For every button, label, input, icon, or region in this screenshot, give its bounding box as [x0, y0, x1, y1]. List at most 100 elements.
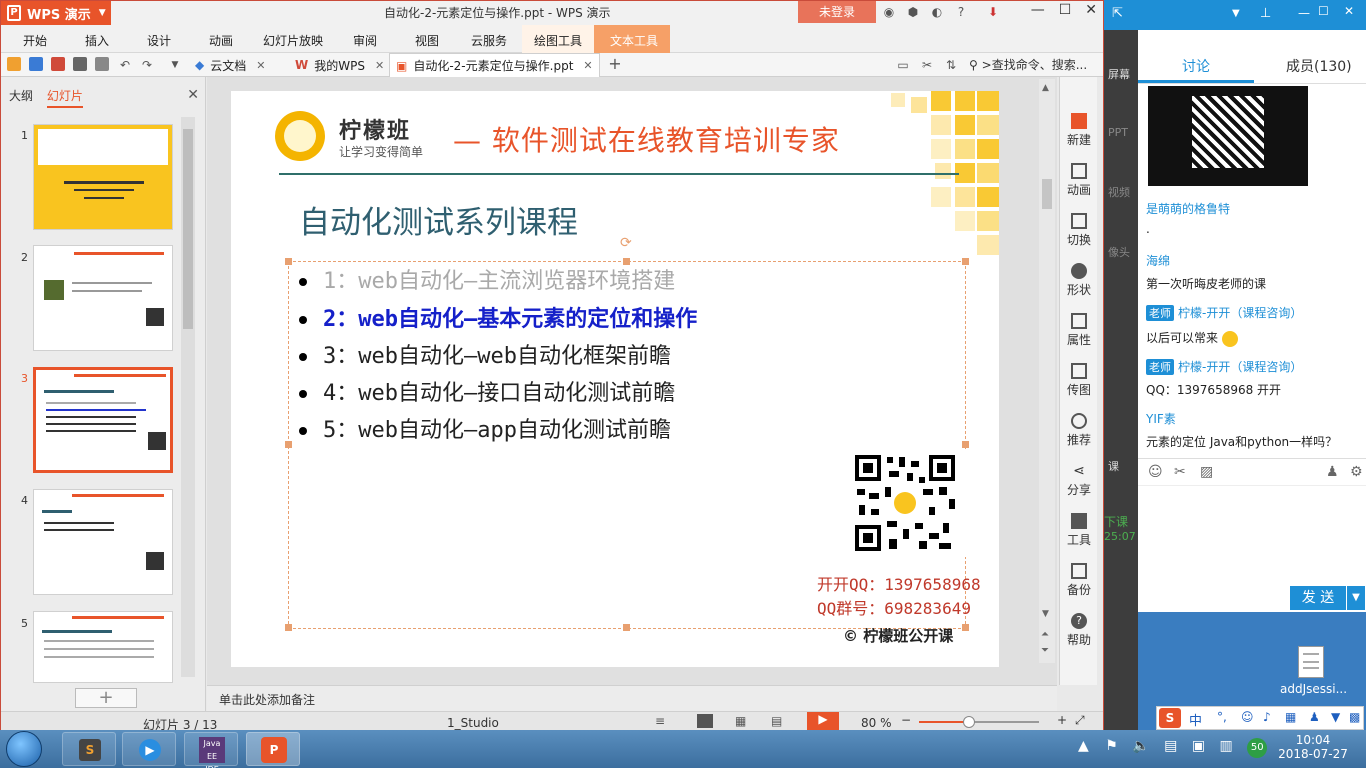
scroll-down-icon[interactable]: ▼	[1042, 609, 1049, 619]
taskbar-app-player[interactable]: ▶	[122, 732, 176, 766]
close-icon[interactable]: ✕	[1344, 4, 1354, 18]
command-search[interactable]: ⚲ >查找命令、搜索...	[969, 56, 1087, 73]
feedback-icon[interactable]: ◐	[929, 4, 945, 20]
zoom-slider-thumb[interactable]	[963, 716, 975, 728]
reading-view-icon[interactable]: ▤	[771, 714, 782, 728]
input-method-bar[interactable]: S 中 °, ☺ ♪ ▦ ♟ ▼ ▩	[1156, 706, 1364, 730]
slide-thumbnail-1[interactable]	[33, 124, 173, 230]
preview-icon[interactable]	[95, 57, 109, 71]
previous-slide-icon[interactable]: ⏶	[1041, 629, 1049, 640]
tool-recommend[interactable]: 推荐	[1060, 413, 1098, 448]
resize-handle[interactable]	[962, 441, 969, 448]
tab-outline[interactable]: 大纲	[9, 89, 33, 103]
slide-thumbnail-4[interactable]	[33, 489, 173, 595]
close-icon[interactable]: ✕	[1085, 2, 1097, 18]
minimize-icon[interactable]: —	[1031, 2, 1045, 18]
slide-thumbnail-2[interactable]	[33, 245, 173, 351]
screen-icon[interactable]: ▭	[895, 57, 911, 73]
tool-new[interactable]: 新建	[1060, 113, 1098, 148]
resize-handle[interactable]	[962, 258, 969, 265]
scrollbar-thumb[interactable]	[183, 129, 193, 329]
menu-review[interactable]: 审阅	[353, 32, 377, 49]
login-button[interactable]: 未登录	[798, 1, 876, 23]
emoji-icon[interactable]: ☺	[1148, 464, 1163, 480]
print-icon[interactable]	[73, 57, 87, 71]
scissors-icon[interactable]: ✂	[919, 57, 935, 73]
taskbar-app-wps[interactable]: P	[246, 732, 300, 766]
normal-view-icon[interactable]	[697, 714, 713, 728]
tool-transition[interactable]: 切换	[1060, 213, 1098, 248]
usb-icon[interactable]: ▣	[1192, 738, 1205, 754]
tool-tools[interactable]: 工具	[1060, 513, 1098, 548]
ime-voice-icon[interactable]: ♪	[1263, 710, 1271, 724]
resize-handle[interactable]	[962, 624, 969, 631]
new-tab-icon[interactable]: +	[607, 56, 623, 72]
tab-my-wps[interactable]: W 我的WPS ✕	[289, 53, 390, 77]
resize-handle[interactable]	[623, 624, 630, 631]
tab-slides[interactable]: 幻灯片	[46, 89, 83, 108]
tool-help[interactable]: ? 帮助	[1060, 613, 1098, 648]
notes-pane[interactable]: 单击此处添加备注	[207, 685, 1057, 711]
download-icon[interactable]: ⬇	[985, 4, 1001, 20]
taskbar-app-sublime[interactable]: S	[62, 732, 116, 766]
fit-window-icon[interactable]: ⤢	[1075, 713, 1085, 728]
skin-icon[interactable]: ◉	[881, 4, 897, 20]
add-slide-button[interactable]: +	[75, 688, 137, 708]
class-label[interactable]: 课	[1108, 458, 1119, 474]
menu-cloud[interactable]: 云服务	[471, 32, 507, 49]
tab-cloud-docs[interactable]: ◆ 云文档 ✕	[189, 53, 271, 77]
slide-thumbnail-3-selected[interactable]	[33, 367, 173, 473]
tool-animation[interactable]: 动画	[1060, 163, 1098, 198]
system-clock[interactable]: 10:04 2018-07-27	[1278, 733, 1348, 761]
scroll-up-icon[interactable]: ▲	[1042, 83, 1049, 93]
menu-animation[interactable]: 动画	[209, 32, 233, 49]
user-icon[interactable]: ♟	[1326, 464, 1339, 480]
ime-tools-icon[interactable]: ♟	[1309, 710, 1320, 724]
tool-backup[interactable]: 备份	[1060, 563, 1098, 598]
desktop-file-label[interactable]: addJsessi...	[1280, 682, 1347, 696]
menu-slideshow[interactable]: 幻灯片放映	[263, 32, 323, 49]
chevron-down-icon[interactable]: ▼	[1232, 8, 1240, 19]
ime-chinese-mode-icon[interactable]: 中	[1189, 710, 1202, 729]
ime-skin-icon[interactable]: ▼	[1331, 710, 1340, 724]
menu-drawing-tools[interactable]: 绘图工具	[522, 25, 594, 53]
chat-input[interactable]	[1138, 486, 1366, 582]
flag-icon[interactable]: ⚑	[1105, 738, 1118, 754]
chevron-down-icon[interactable]: ▼	[167, 57, 183, 73]
menu-design[interactable]: 设计	[147, 32, 171, 49]
ppt-label[interactable]: PPT	[1108, 126, 1128, 139]
zoom-in-icon[interactable]: +	[1057, 713, 1067, 727]
pin-icon[interactable]: ⊥	[1260, 6, 1271, 21]
pdf-icon[interactable]	[51, 57, 65, 71]
arrange-icon[interactable]: ⇅	[943, 57, 959, 73]
resize-handle[interactable]	[285, 258, 292, 265]
volume-icon[interactable]: 🔈	[1132, 738, 1149, 754]
slide-thumbnail-5[interactable]	[33, 611, 173, 683]
ime-punctuation-icon[interactable]: °,	[1217, 710, 1227, 724]
tab-members[interactable]: 成员(130)	[1286, 56, 1352, 76]
zoom-out-icon[interactable]: −	[901, 713, 911, 727]
menu-start[interactable]: 开始	[23, 32, 47, 49]
sogou-ime-icon[interactable]: S	[1159, 708, 1181, 728]
sorter-view-icon[interactable]: ▦	[735, 714, 746, 728]
undo-icon[interactable]: ↶	[117, 57, 133, 73]
wps-app-menu[interactable]: P WPS 演示 ▼	[1, 1, 111, 25]
rotate-handle-icon[interactable]: ⟳	[620, 235, 632, 251]
resize-handle[interactable]	[285, 624, 292, 631]
menu-insert[interactable]: 插入	[85, 32, 109, 49]
video-label[interactable]: 视频	[1108, 184, 1130, 200]
open-icon[interactable]	[7, 57, 21, 71]
scrollbar-thumb[interactable]	[1042, 179, 1052, 209]
canvas-vertical-scrollbar[interactable]: ▲ ▼ ⏶ ⏷	[1039, 79, 1055, 663]
maximize-icon[interactable]: ☐	[1318, 4, 1329, 18]
minimize-icon[interactable]: —	[1298, 6, 1310, 20]
resize-handle[interactable]	[285, 441, 292, 448]
slide-title[interactable]: 自动化测试系列课程	[299, 197, 578, 242]
chevron-up-icon[interactable]: ▲	[1078, 738, 1089, 754]
tab-current-document[interactable]: ▣ 自动化-2-元素定位与操作.ppt ✕	[389, 53, 600, 77]
tool-upload-image[interactable]: 传图	[1060, 363, 1098, 398]
close-icon[interactable]: ✕	[583, 59, 592, 72]
windows-start-icon[interactable]	[6, 731, 42, 767]
close-icon[interactable]: ✕	[187, 87, 199, 103]
tool-shape[interactable]: 形状	[1060, 263, 1098, 298]
